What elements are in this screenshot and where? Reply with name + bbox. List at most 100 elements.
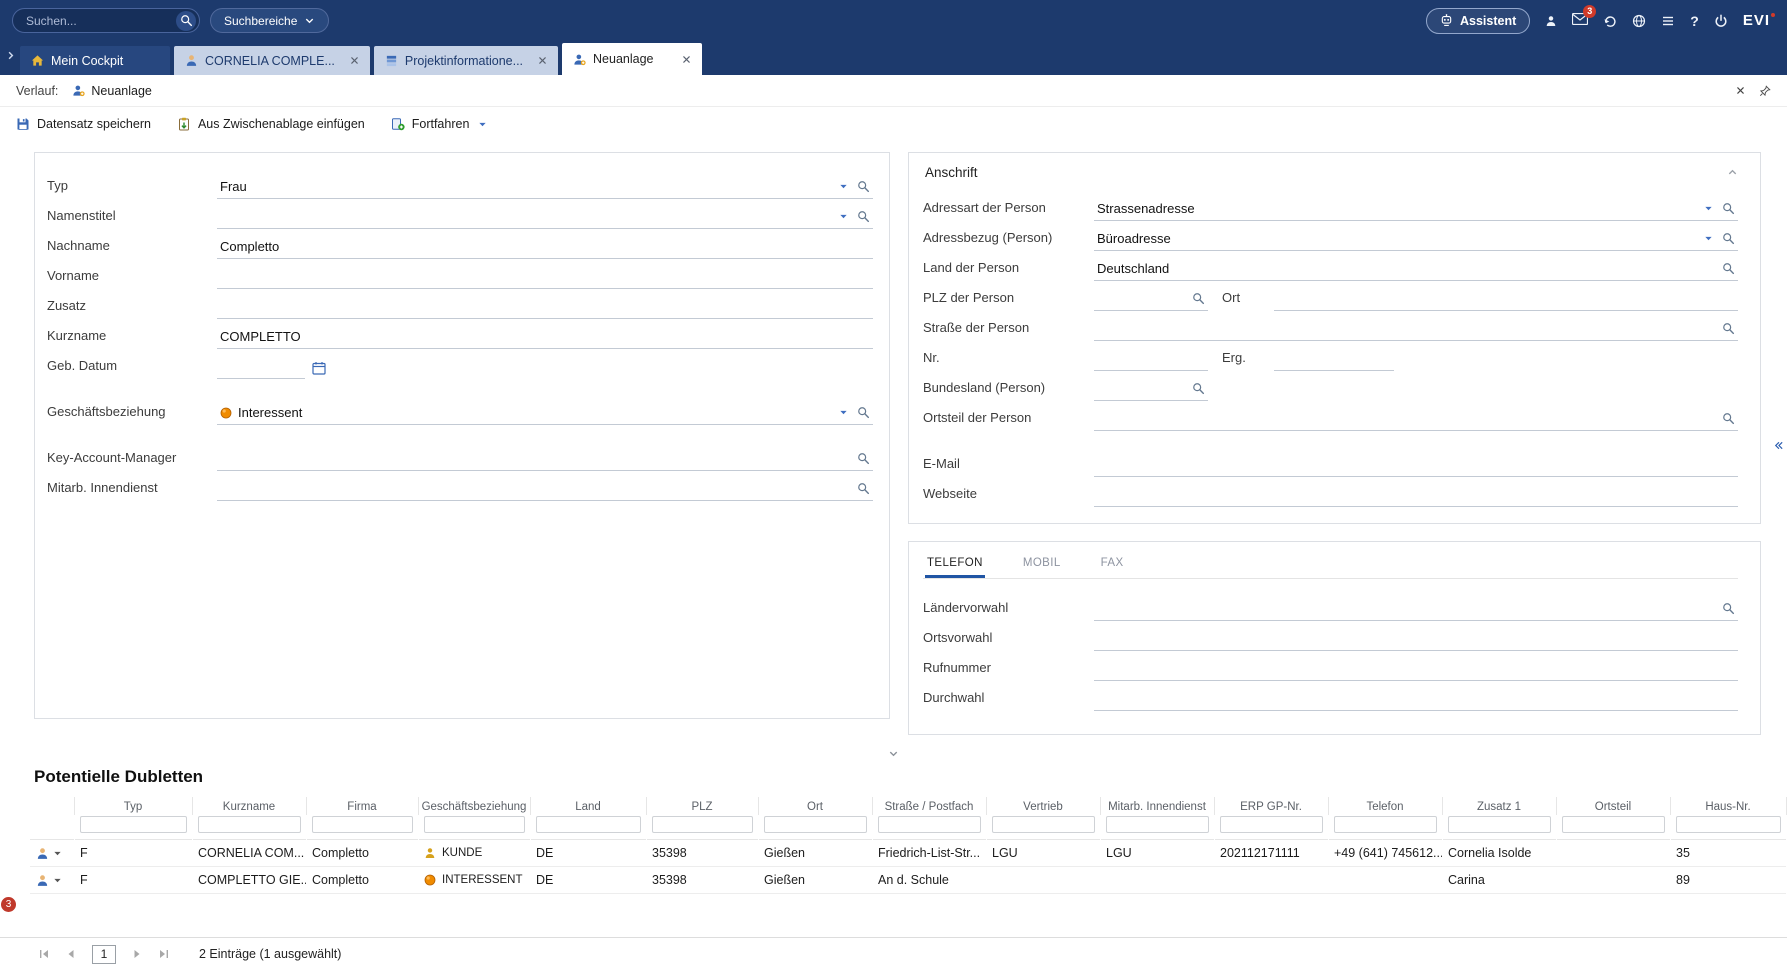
chevron-down-icon[interactable] (53, 849, 62, 858)
search-icon[interactable] (857, 452, 870, 465)
email-input[interactable] (1094, 453, 1738, 477)
column-filter-input[interactable] (1448, 816, 1551, 833)
search-scope-button[interactable]: Suchbereiche (210, 8, 329, 33)
chevron-down-icon[interactable] (478, 120, 487, 129)
chevron-down-icon[interactable] (1704, 234, 1713, 243)
column-header[interactable]: Straße / Postfach (872, 797, 986, 815)
column-filter-input[interactable] (1106, 816, 1209, 833)
tab-cornelia-completto[interactable]: CORNELIA COMPLE... (174, 46, 370, 75)
previous-page-icon[interactable] (65, 948, 77, 960)
column-filter-input[interactable] (424, 816, 525, 833)
laendervorwahl-input[interactable] (1094, 597, 1738, 621)
column-header[interactable]: Telefon (1328, 797, 1442, 815)
global-search[interactable] (12, 8, 200, 33)
column-header[interactable]: Haus-Nr. (1670, 797, 1786, 815)
durchwahl-input[interactable] (1094, 687, 1738, 711)
assistant-button[interactable]: Assistent (1426, 8, 1530, 34)
column-filter-input[interactable] (764, 816, 867, 833)
search-icon[interactable] (857, 482, 870, 495)
search-icon[interactable] (1192, 382, 1205, 395)
kurzname-input[interactable]: COMPLETTO (217, 325, 873, 349)
column-header[interactable]: Land (530, 797, 646, 815)
search-icon[interactable] (1722, 322, 1735, 335)
tab-projektinformationen[interactable]: Projektinformatione... (374, 46, 558, 75)
column-filter-input[interactable] (312, 816, 413, 833)
column-filter-input[interactable] (1220, 816, 1323, 833)
splitter-collapse-icon[interactable] (888, 748, 899, 759)
search-button[interactable] (176, 11, 196, 31)
column-filter-input[interactable] (1334, 816, 1437, 833)
close-icon[interactable] (1736, 86, 1745, 95)
ortsteil-input[interactable] (1094, 407, 1738, 431)
last-page-icon[interactable] (158, 948, 170, 960)
key-account-manager-input[interactable] (217, 447, 873, 471)
power-icon[interactable] (1714, 14, 1728, 28)
column-header[interactable]: Vertrieb (986, 797, 1100, 815)
search-input[interactable] (24, 13, 176, 29)
expand-side-panel-icon[interactable] (1773, 440, 1784, 451)
search-icon[interactable] (1722, 262, 1735, 275)
column-filter-input[interactable] (878, 816, 981, 833)
column-filter-input[interactable] (652, 816, 753, 833)
column-filter-input[interactable] (536, 816, 641, 833)
land-input[interactable]: Deutschland (1094, 257, 1738, 281)
page-number-input[interactable]: 1 (92, 945, 116, 964)
strasse-input[interactable] (1094, 317, 1738, 341)
column-filter-input[interactable] (198, 816, 301, 833)
search-icon[interactable] (1722, 232, 1735, 245)
tab-neuanlage[interactable]: Neuanlage (562, 43, 702, 75)
history-item-neuanlage[interactable]: Neuanlage (72, 84, 151, 98)
search-icon[interactable] (1192, 292, 1205, 305)
chevron-down-icon[interactable] (839, 408, 848, 417)
rufnummer-input[interactable] (1094, 657, 1738, 681)
mail-button[interactable]: 3 (1572, 12, 1588, 30)
expand-nav-icon[interactable] (5, 50, 16, 61)
next-page-icon[interactable] (131, 948, 143, 960)
geb-datum-input[interactable] (217, 355, 305, 379)
tab-fax[interactable]: FAX (1099, 548, 1126, 578)
tab-telefon[interactable]: TELEFON (925, 548, 985, 578)
tab-mein-cockpit[interactable]: Mein Cockpit (20, 46, 170, 75)
ortsvorwahl-input[interactable] (1094, 627, 1738, 651)
search-icon[interactable] (1722, 602, 1735, 615)
typ-input[interactable]: Frau (217, 175, 873, 199)
erg-input[interactable] (1274, 347, 1394, 371)
adressbezug-input[interactable]: Büroadresse (1094, 227, 1738, 251)
column-filter-input[interactable] (992, 816, 1095, 833)
table-row[interactable]: F COMPLETTO GIE... Completto INTERESSENT… (30, 867, 1786, 894)
column-header[interactable]: PLZ (646, 797, 758, 815)
column-header[interactable]: Firma (306, 797, 418, 815)
zusatz-input[interactable] (217, 295, 873, 319)
table-row[interactable]: F CORNELIA COM... Completto KUNDE DE 353… (30, 840, 1786, 867)
column-header[interactable]: Kurzname (192, 797, 306, 815)
search-icon[interactable] (857, 406, 870, 419)
bundesland-input[interactable] (1094, 377, 1208, 401)
close-icon[interactable] (350, 56, 359, 65)
redo-icon[interactable] (1603, 14, 1617, 28)
column-header[interactable]: Ortsteil (1556, 797, 1670, 815)
search-icon[interactable] (1722, 202, 1735, 215)
menu-icon[interactable] (1661, 14, 1675, 28)
first-page-icon[interactable] (38, 948, 50, 960)
column-filter-input[interactable] (1676, 816, 1781, 833)
corner-notification-badge[interactable]: 3 (1, 897, 16, 912)
paste-from-clipboard-button[interactable]: Aus Zwischenablage einfügen (177, 117, 365, 131)
search-icon[interactable] (857, 180, 870, 193)
column-header[interactable]: Ort (758, 797, 872, 815)
close-icon[interactable] (682, 55, 691, 64)
close-icon[interactable] (538, 56, 547, 65)
column-filter-input[interactable] (1562, 816, 1665, 833)
adressart-input[interactable]: Strassenadresse (1094, 197, 1738, 221)
globe-icon[interactable] (1632, 14, 1646, 28)
search-icon[interactable] (857, 210, 870, 223)
namenstitel-input[interactable] (217, 205, 873, 229)
search-icon[interactable] (1722, 412, 1735, 425)
tab-mobil[interactable]: MOBIL (1021, 548, 1063, 578)
chevron-down-icon[interactable] (1704, 204, 1713, 213)
user-icon[interactable] (1545, 15, 1557, 27)
nachname-input[interactable]: Completto (217, 235, 873, 259)
chevron-down-icon[interactable] (839, 212, 848, 221)
column-header[interactable]: Typ (74, 797, 192, 815)
column-header[interactable]: ERP GP-Nr. (1214, 797, 1328, 815)
ort-input[interactable] (1274, 287, 1738, 311)
